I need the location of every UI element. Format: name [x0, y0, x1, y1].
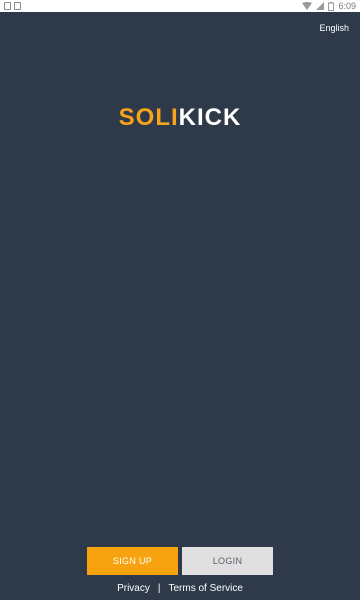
logo-text-part-a: SOLI	[118, 104, 179, 131]
sd-card-icon	[14, 2, 21, 10]
status-time: 6:09	[338, 1, 356, 11]
footer-separator: |	[157, 583, 161, 594]
login-button[interactable]: LOGIN	[182, 547, 273, 575]
status-bar: 6:09	[0, 0, 360, 12]
wifi-icon	[302, 2, 313, 10]
welcome-screen: English SOLIKICK SIGN UP LOGIN Privacy |…	[0, 12, 360, 600]
status-left-icons	[4, 2, 21, 10]
terms-of-service-link[interactable]: Terms of Service	[168, 583, 242, 594]
language-selector[interactable]: English	[319, 23, 349, 33]
status-right-icons: 6:09	[302, 0, 356, 12]
privacy-link[interactable]: Privacy	[117, 583, 150, 594]
sign-up-button[interactable]: SIGN UP	[87, 547, 178, 575]
footer-links: Privacy | Terms of Service	[0, 583, 360, 594]
signal-icon	[316, 2, 325, 10]
auth-actions: SIGN UP LOGIN	[87, 547, 273, 575]
notification-icon	[4, 2, 11, 10]
app-logo: SOLIKICK	[0, 104, 360, 132]
logo-text-part-b: KICK	[178, 104, 242, 131]
battery-icon	[328, 1, 335, 11]
